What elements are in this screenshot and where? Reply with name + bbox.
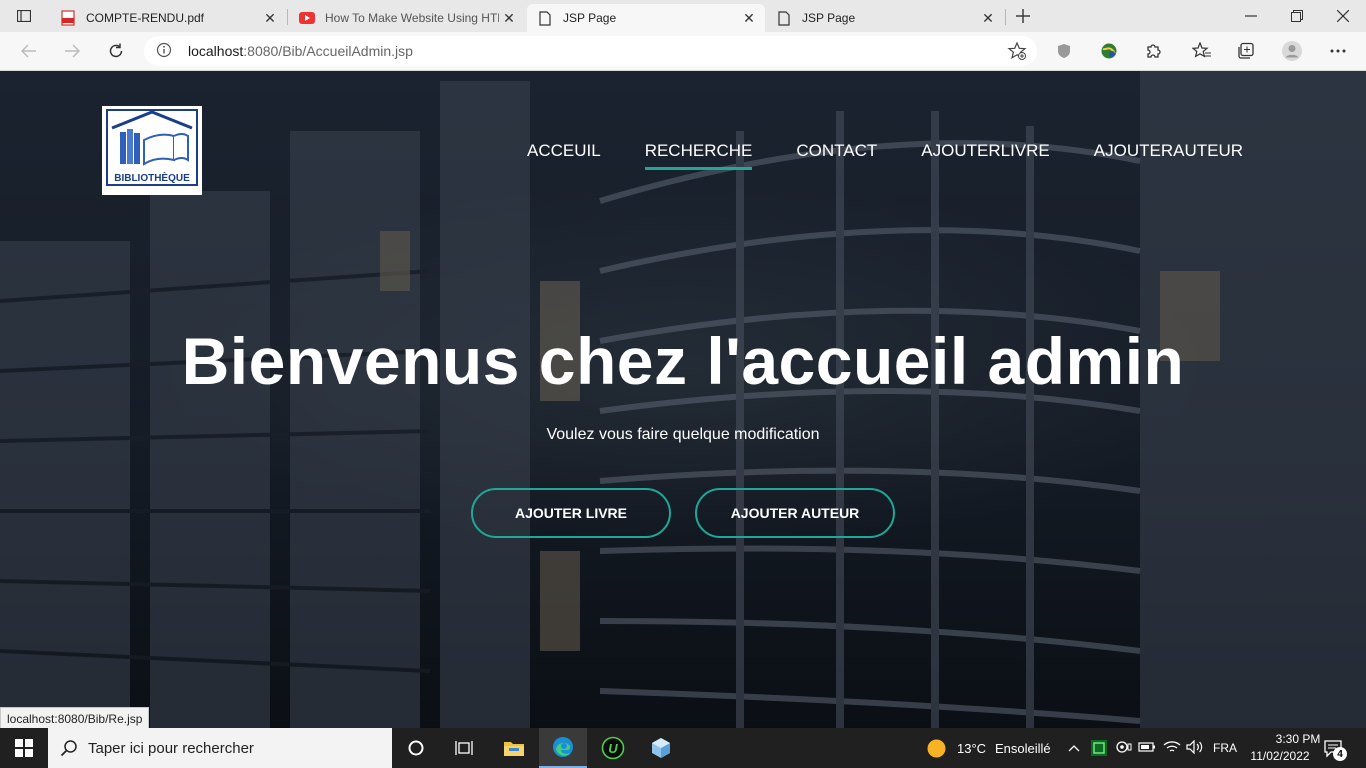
webcam-icon[interactable] [1115, 739, 1133, 762]
tab-actions-icon[interactable] [0, 0, 48, 32]
tab-title: COMPTE-RENDU.pdf [86, 11, 205, 25]
ajouter-livre-button[interactable]: AJOUTER LIVRE [471, 488, 671, 538]
page-icon [776, 10, 792, 26]
tab-title: How To Make Website Using HTML [325, 11, 499, 25]
notification-count-badge: 4 [1333, 747, 1347, 761]
address-bar[interactable]: localhost:8080/Bib/AccueilAdmin.jsp [144, 36, 1037, 66]
profile-avatar-icon[interactable] [1281, 40, 1303, 62]
windows-taskbar: Taper ici pour rechercher U 13°C Ensolei… [0, 728, 1366, 768]
shield-icon[interactable] [1053, 40, 1075, 62]
browser-toolbar: localhost:8080/Bib/AccueilAdmin.jsp [0, 32, 1366, 71]
forward-arrow-icon[interactable] [57, 36, 87, 66]
page-icon [537, 10, 553, 26]
close-tab-icon[interactable]: ✕ [978, 10, 998, 27]
file-explorer-icon[interactable] [490, 728, 538, 768]
close-window-icon[interactable] [1320, 0, 1366, 32]
close-tab-icon[interactable]: ✕ [739, 10, 759, 27]
favorite-star-icon[interactable] [1007, 41, 1027, 66]
virtualbox-cube-icon[interactable] [637, 728, 685, 768]
svg-text:U: U [608, 741, 618, 756]
collections-icon[interactable] [1235, 40, 1257, 62]
tab-divider [287, 9, 288, 25]
weather-temperature[interactable]: 13°C [957, 741, 986, 756]
chevron-up-icon[interactable] [1068, 741, 1080, 759]
tray-app-icon[interactable] [1090, 739, 1108, 762]
hero-section: BIBLIOTHÈQUE ACCEUIL RECHERCHE CONTACT A… [0, 71, 1366, 728]
task-view-icon[interactable] [440, 728, 488, 768]
nav-accueil[interactable]: ACCEUIL [527, 138, 601, 170]
hero-subtitle: Voulez vous faire quelque modification [546, 426, 820, 443]
extensions-puzzle-icon[interactable] [1142, 40, 1164, 62]
extension-globe-icon[interactable] [1098, 40, 1120, 62]
favorites-icon[interactable] [1191, 40, 1213, 62]
cortana-icon[interactable] [392, 728, 440, 768]
close-tab-icon[interactable]: ✕ [260, 10, 280, 27]
main-navigation: ACCEUIL RECHERCHE CONTACT AJOUTERLIVRE A… [483, 138, 1243, 170]
input-language[interactable]: FRA [1213, 741, 1237, 755]
new-tab-icon[interactable] [1000, 0, 1046, 32]
intellij-ide-icon[interactable]: U [589, 728, 637, 768]
browser-tab-pdf[interactable]: COMPTE-RENDU.pdf ✕ [50, 4, 286, 32]
sun-weather-icon[interactable] [927, 739, 946, 763]
browser-tab[interactable]: JSP Page ✕ [766, 4, 1004, 32]
nav-ajouterauteur[interactable]: AJOUTERAUTEUR [1094, 138, 1243, 170]
nav-contact[interactable]: CONTACT [796, 138, 877, 170]
browser-tab-active[interactable]: JSP Page ✕ [527, 4, 765, 32]
tab-strip: COMPTE-RENDU.pdf ✕ How To Make Website U… [0, 0, 1366, 32]
url-text: localhost:8080/Bib/AccueilAdmin.jsp [188, 43, 413, 59]
close-tab-icon[interactable]: ✕ [499, 10, 519, 27]
browser-tab-youtube[interactable]: How To Make Website Using HTML ✕ [289, 4, 525, 32]
more-menu-icon[interactable] [1327, 40, 1349, 62]
taskbar-search-box[interactable]: Taper ici pour rechercher [48, 728, 392, 768]
nav-recherche[interactable]: RECHERCHE [644, 138, 753, 170]
back-arrow-icon[interactable] [14, 36, 44, 66]
youtube-icon [299, 10, 315, 26]
clock-date[interactable]: 11/02/2022 [1240, 749, 1320, 763]
tab-title: JSP Page [563, 11, 617, 25]
windows-start-icon[interactable] [0, 728, 48, 768]
search-placeholder: Taper ici pour rechercher [88, 740, 254, 757]
restore-icon[interactable] [1274, 0, 1320, 32]
link-status-bubble: localhost:8080/Bib/Re.jsp [0, 707, 150, 730]
tab-title: JSP Page [802, 11, 856, 25]
library-logo[interactable]: BIBLIOTHÈQUE [102, 106, 202, 195]
wifi-icon[interactable] [1163, 740, 1181, 759]
site-info-icon[interactable] [156, 42, 172, 58]
svg-text:BIBLIOTHÈQUE: BIBLIOTHÈQUE [114, 171, 190, 184]
hero-title: Bienvenus chez l'accueil admin [181, 324, 1185, 398]
speaker-icon[interactable] [1186, 739, 1204, 759]
refresh-icon[interactable] [101, 36, 131, 66]
pdf-icon [60, 10, 76, 26]
weather-condition[interactable]: Ensoleillé [995, 741, 1051, 756]
minimize-icon[interactable] [1228, 0, 1274, 32]
edge-browser-icon[interactable] [539, 728, 587, 768]
nav-ajouterlivre[interactable]: AJOUTERLIVRE [921, 138, 1049, 170]
battery-icon[interactable] [1138, 740, 1156, 759]
ajouter-auteur-button[interactable]: AJOUTER AUTEUR [695, 488, 895, 538]
search-icon [60, 739, 78, 762]
